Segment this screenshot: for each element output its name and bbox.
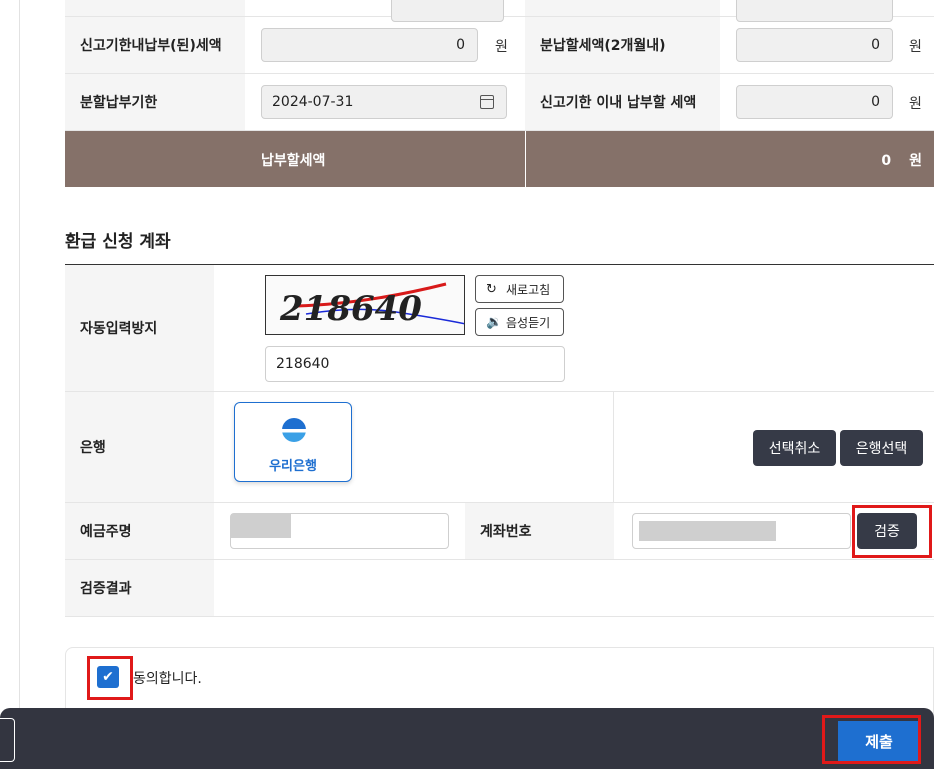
total-divider <box>525 131 526 187</box>
account-number-input[interactable] <box>632 513 851 549</box>
total-tax-amount: 0원 <box>881 150 922 170</box>
captcha-image: 218640 <box>265 275 465 335</box>
tax-row-partial <box>65 0 934 22</box>
cancel-selection-button[interactable]: 선택취소 <box>753 430 836 466</box>
captcha-label: 자동입력방지 <box>65 265 214 391</box>
account-holder-input[interactable] <box>230 513 449 549</box>
masked-account <box>639 521 776 541</box>
paid-tax-label: 신고기한내납부(된)세액 <box>65 17 245 73</box>
captcha-input[interactable]: 218640 <box>265 346 565 382</box>
installment-deadline-date[interactable]: 2024-07-31 <box>261 85 507 119</box>
due-tax-field: 0 <box>736 85 893 119</box>
masked-name <box>231 514 291 538</box>
agree-text: 동의합니다. <box>133 671 202 687</box>
total-tax-bar: 납부할세액 0원 <box>65 131 934 187</box>
verify-result-label: 검증결과 <box>65 560 214 616</box>
bank-label: 은행 <box>65 392 214 502</box>
due-tax-unit: 원 <box>909 96 922 112</box>
bank-divider <box>613 392 614 502</box>
account-number-label: 계좌번호 <box>465 503 614 559</box>
installment-tax-field: 0 <box>736 28 893 62</box>
row-header <box>525 0 720 16</box>
calendar-icon[interactable] <box>480 95 494 109</box>
audio-button[interactable]: 🔉 음성듣기 <box>475 308 564 336</box>
captcha-text: 218640 <box>279 289 422 329</box>
result-row: 검증결과 <box>65 560 934 617</box>
footer-left-button[interactable] <box>0 718 15 762</box>
date-value: 2024-07-31 <box>272 94 354 110</box>
speaker-icon: 🔉 <box>486 314 503 330</box>
section-title: 환급 신청 계좌 <box>65 232 171 252</box>
row-header <box>65 0 245 16</box>
selected-bank-card[interactable]: 우리은행 <box>234 402 352 482</box>
bank-row: 은행 우리은행 선택취소 은행선택 <box>65 392 934 503</box>
total-tax-value: 0 <box>881 153 892 169</box>
paid-tax-unit: 원 <box>495 39 508 55</box>
total-tax-label: 납부할세액 <box>261 153 326 169</box>
account-row: 예금주명 계좌번호 검증 <box>65 503 934 560</box>
captcha-row: 자동입력방지 218640 ↻ 새로고침 🔉 음성듣기 218640 <box>65 265 934 392</box>
tax-row-2: 분할납부기한 2024-07-31 신고기한 이내 납부할 세액 0 원 <box>65 74 934 131</box>
submit-highlight <box>822 715 921 764</box>
captcha-graphic: 218640 <box>279 282 464 329</box>
installment-tax-label: 분납할세액(2개월내) <box>525 17 720 73</box>
installment-tax-unit: 원 <box>909 39 922 55</box>
refresh-icon: ↻ <box>486 281 497 297</box>
select-bank-button[interactable]: 은행선택 <box>840 430 923 466</box>
tax-row-1: 신고기한내납부(된)세액 0 원 분납할세액(2개월내) 0 원 <box>65 17 934 74</box>
refund-table: 자동입력방지 218640 ↻ 새로고침 🔉 음성듣기 218640 은행 우리… <box>65 264 934 617</box>
refresh-label: 새로고침 <box>506 282 551 297</box>
checkbox-highlight <box>87 656 133 700</box>
paid-tax-field: 0 <box>261 28 478 62</box>
total-tax-unit: 원 <box>909 153 922 169</box>
refresh-button[interactable]: ↻ 새로고침 <box>475 275 564 303</box>
page: 신고기한내납부(된)세액 0 원 분납할세액(2개월내) 0 원 분할납부기한 … <box>0 0 934 769</box>
agreement-box: ✔ 동의합니다. <box>65 647 934 717</box>
woori-bank-logo-icon <box>282 418 306 442</box>
selected-bank-name: 우리은행 <box>269 459 317 474</box>
account-holder-label: 예금주명 <box>65 503 214 559</box>
left-divider <box>19 0 20 769</box>
installment-deadline-label: 분할납부기한 <box>65 74 245 130</box>
footer-bar: 제출 <box>0 708 934 769</box>
verify-highlight <box>852 505 932 558</box>
due-tax-label: 신고기한 이내 납부할 세액 <box>525 74 720 130</box>
audio-label: 음성듣기 <box>506 315 551 330</box>
